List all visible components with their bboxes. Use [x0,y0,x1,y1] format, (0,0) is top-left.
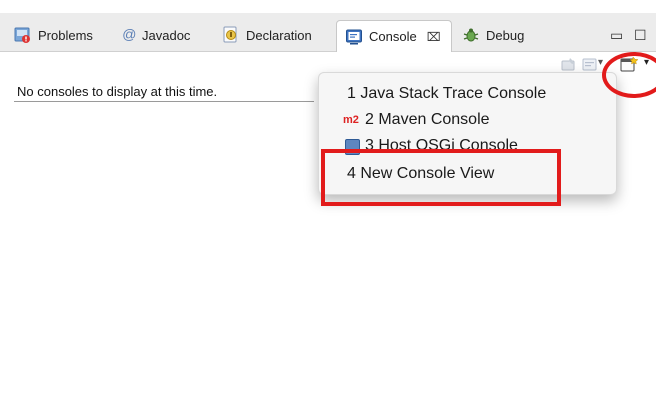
debug-icon [462,26,480,44]
tab-label: Console [369,29,417,44]
minimize-icon[interactable]: ▭ [610,27,623,44]
tab-label: Declaration [246,27,312,43]
console-icon [345,28,363,46]
maven-m2-icon: m2 [343,114,359,126]
chevron-down-icon: ▾ [598,57,604,68]
tab-javadoc[interactable]: @ Javadoc [122,21,190,49]
top-strip [0,0,656,13]
highlight-box-annotation [321,149,561,206]
menu-item-maven-console[interactable]: m2 2 Maven Console [319,107,616,133]
declaration-icon [222,26,240,44]
maximize-icon[interactable]: ☐ [634,27,647,44]
tab-console[interactable]: Console ⌧ [336,20,452,52]
empty-console-message: No consoles to display at this time. [17,84,218,99]
problems-icon [14,26,32,44]
close-icon[interactable]: ⌧ [427,30,441,44]
view-tab-bar: Problems @ Javadoc Declaration Console ⌧… [0,13,656,52]
at-glyph: @ [122,26,137,42]
menu-item-label: 2 Maven Console [365,111,490,128]
tab-label: Debug [486,27,525,43]
javadoc-icon: @ [122,26,136,44]
tab-label: Problems [38,27,93,43]
tab-debug[interactable]: Debug [462,21,524,49]
tab-label: Javadoc [142,27,191,43]
menu-item-label: 1 Java Stack Trace Console [347,85,547,102]
tab-problems[interactable]: Problems [14,21,93,49]
tab-declaration[interactable]: Declaration [222,21,312,49]
divider [14,101,314,102]
menu-item-java-stack-trace-console[interactable]: 1 Java Stack Trace Console [319,81,616,107]
